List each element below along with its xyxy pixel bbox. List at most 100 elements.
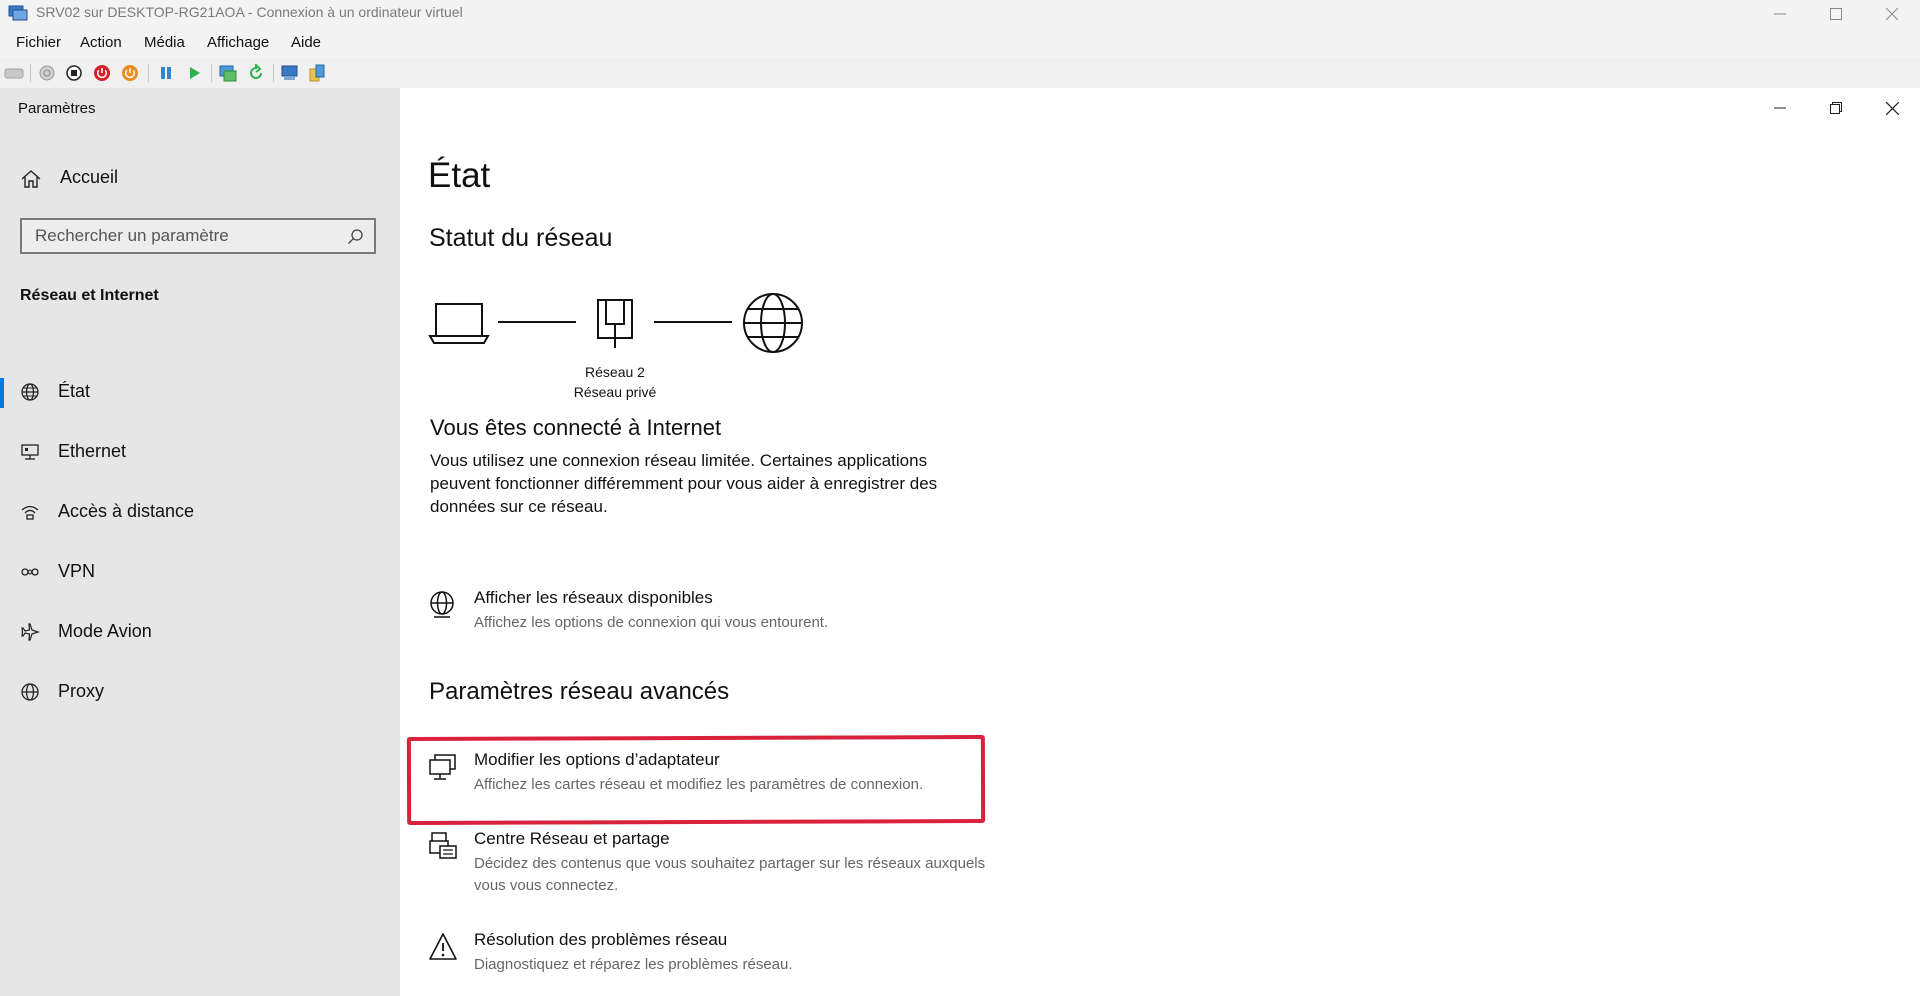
ethernet-icon (21, 444, 39, 460)
minimize-icon (1774, 13, 1786, 15)
laptop-icon (428, 303, 490, 344)
internet-globe-icon (743, 293, 803, 353)
revert-button[interactable] (245, 62, 267, 84)
sharing-center-title: Centre Réseau et partage (474, 829, 670, 848)
search-icon[interactable] (347, 228, 364, 245)
checkpoint-button[interactable] (217, 62, 239, 84)
save-icon (122, 65, 138, 81)
start-icon (39, 65, 55, 81)
vm-title-bar: SRV02 sur DESKTOP-RG21AOA - Connexion à … (0, 0, 1920, 28)
nav-label-acces-distance: Accès à distance (58, 501, 195, 521)
menu-fichier[interactable]: Fichier (16, 34, 61, 51)
nav-item-etat[interactable]: État (0, 368, 400, 418)
search-box[interactable] (20, 218, 376, 254)
globe-icon (21, 683, 39, 701)
settings-sidebar: Paramètres Accueil Réseau et Internet Ét… (0, 88, 400, 996)
troubleshooter-title: Résolution des problèmes réseau (474, 930, 728, 949)
vpn-icon (21, 568, 39, 576)
turn-off-icon (66, 65, 82, 81)
nav-item-vpn[interactable]: VPN (0, 548, 400, 598)
network-name: Réseau 2 (585, 364, 645, 380)
settings-app-title: Paramètres (18, 100, 96, 117)
menu-aide[interactable]: Aide (291, 34, 321, 51)
connected-description: Vous utilisez une connexion réseau limit… (430, 451, 938, 516)
vm-menu-bar: Fichier Action Média Affichage Aide (0, 28, 1920, 58)
resume-icon (190, 67, 200, 79)
shutdown-button[interactable] (91, 62, 113, 84)
menu-action[interactable]: Action (80, 34, 122, 51)
restore-icon (1830, 102, 1842, 114)
change-adapter-title: Modifier les options d’adaptateur (474, 750, 720, 769)
menu-affichage[interactable]: Affichage (207, 34, 269, 51)
settings-main-pane: État Statut du réseau Réseau 2 Réseau pr… (400, 88, 1920, 996)
turn-off-button[interactable] (63, 62, 85, 84)
settings-restore-button[interactable] (1808, 88, 1864, 128)
home-label: Accueil (60, 167, 119, 187)
advanced-settings-heading: Paramètres réseau avancés (429, 678, 730, 705)
vm-close-button[interactable] (1864, 0, 1920, 28)
pause-icon (161, 67, 171, 79)
network-adapter-icon (429, 754, 456, 780)
nav-item-proxy[interactable]: Proxy (0, 668, 400, 718)
nav-item-mode-avion[interactable]: Mode Avion (0, 608, 400, 658)
pause-button[interactable] (155, 62, 177, 84)
revert-icon (250, 64, 262, 79)
page-title: État (428, 156, 491, 195)
change-adapter-options-link[interactable]: Modifier les options d’adaptateur Affich… (428, 750, 988, 802)
network-status-heading: Statut du réseau (429, 224, 613, 252)
sharing-center-desc: Décidez des contenus que vous souhaitez … (474, 855, 986, 894)
sharing-center-icon (429, 832, 457, 859)
settings-minimize-button[interactable] (1752, 88, 1808, 128)
home-icon (21, 170, 41, 188)
warning-triangle-icon (429, 933, 457, 960)
resume-button[interactable] (183, 62, 205, 84)
troubleshooter-desc: Diagnostiquez et réparez les problèmes r… (474, 956, 793, 973)
show-available-networks-link[interactable]: Afficher les réseaux disponibles Affiche… (428, 588, 988, 640)
share-icon (309, 64, 325, 82)
network-troubleshooter-link[interactable]: Résolution des problèmes réseau Diagnost… (428, 930, 988, 982)
vm-minimize-button[interactable] (1752, 0, 1808, 28)
dialup-icon (21, 505, 39, 520)
nav-label-mode-avion: Mode Avion (58, 621, 152, 641)
show-networks-desc: Affichez les options de connexion qui vo… (474, 614, 829, 631)
minimize-icon (1774, 107, 1786, 109)
vm-maximize-button[interactable] (1808, 0, 1864, 28)
checkpoint-icon (219, 65, 237, 82)
network-sharing-center-link[interactable]: Centre Réseau et partage Décidez des con… (428, 829, 988, 899)
nav-item-ethernet[interactable]: Ethernet (0, 428, 400, 478)
nav-label-vpn: VPN (58, 561, 96, 581)
network-diagram-graphic (428, 293, 803, 353)
close-icon (1886, 8, 1898, 20)
search-input[interactable] (22, 220, 374, 252)
ethernet-plug-icon (597, 299, 633, 348)
home-nav-item[interactable]: Accueil (0, 154, 400, 202)
connected-title: Vous êtes connecté à Internet (430, 415, 722, 440)
network-status-diagram: Réseau 2 Réseau privé (428, 290, 858, 430)
change-adapter-desc: Affichez les cartes réseau et modifiez l… (474, 776, 924, 793)
nav-item-acces-distance[interactable]: Accès à distance (0, 488, 400, 538)
network-type: Réseau privé (573, 384, 657, 400)
nav-label-etat: État (58, 381, 91, 401)
vm-window-title: SRV02 sur DESKTOP-RG21AOA - Connexion à … (36, 4, 463, 20)
start-button[interactable] (36, 62, 58, 84)
share-button[interactable] (306, 62, 328, 84)
ctrl-alt-del-icon (4, 68, 24, 79)
airplane-icon (21, 623, 40, 641)
enhanced-session-icon (281, 65, 298, 80)
nav-label-ethernet: Ethernet (58, 441, 127, 461)
globe-network-icon (430, 591, 454, 618)
nav-label-proxy: Proxy (58, 681, 105, 701)
selected-indicator (0, 378, 4, 408)
settings-close-button[interactable] (1864, 88, 1920, 128)
enhanced-session-button[interactable] (279, 62, 301, 84)
ctrl-alt-del-button[interactable] (3, 62, 25, 84)
save-state-button[interactable] (119, 62, 141, 84)
vm-connection-icon (8, 5, 28, 21)
maximize-icon (1830, 8, 1842, 20)
shutdown-icon (94, 65, 110, 81)
menu-media[interactable]: Média (144, 34, 185, 51)
vm-toolbar (0, 58, 1920, 88)
globe-icon (21, 383, 39, 401)
close-icon (1885, 101, 1899, 115)
section-heading: Réseau et Internet (20, 287, 159, 304)
